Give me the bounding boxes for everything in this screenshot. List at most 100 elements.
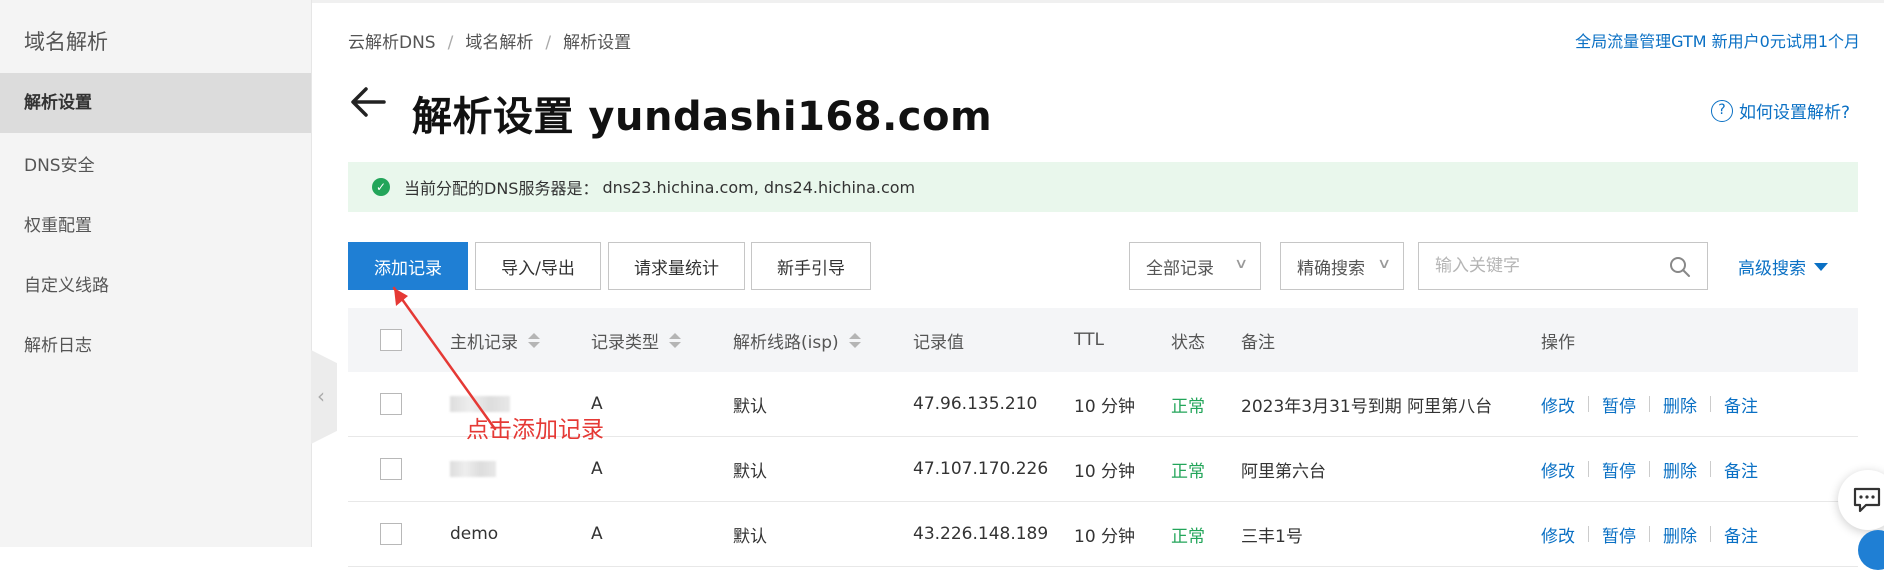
search-icon[interactable] [1669,256,1691,278]
check-circle-icon: ✓ [372,178,390,196]
header-ttl: TTL [1074,330,1104,350]
remark-cell: 阿里第六台 [1241,461,1326,482]
host-cell: demo [450,524,499,544]
redacted-host [450,461,496,477]
sidebar: 域名解析 解析设置 DNS安全 权重配置 自定义线路 解析日志 [0,0,312,547]
ttl-cell: 10 分钟 [1074,396,1136,417]
chat-icon [1853,487,1881,513]
assistant-bubble[interactable] [1858,530,1884,570]
status-cell: 正常 [1171,461,1205,482]
row-actions: 修改 暂停 删除 备注 [1541,502,1758,566]
header-value: 记录值 [913,332,964,353]
action-divider [1588,526,1589,542]
sort-icon [669,332,681,348]
note-link[interactable]: 备注 [1724,522,1758,547]
sidebar-item-dns-security[interactable]: DNS安全 [0,136,311,196]
request-stats-button[interactable]: 请求量统计 [608,242,745,290]
remark-cell: 三丰1号 [1241,526,1303,547]
back-arrow-icon[interactable] [348,82,388,122]
question-circle-icon: ? [1710,99,1733,122]
sidebar-item-weight-config[interactable]: 权重配置 [0,196,311,256]
action-divider [1710,396,1711,412]
action-divider [1649,526,1650,542]
record-filter-value: 全部记录 [1146,258,1214,279]
search-mode-value: 精确搜索 [1297,258,1365,279]
note-link[interactable]: 备注 [1724,457,1758,482]
table-header: 主机记录 记录类型 解析线路(isp) 记录值 TTL 状态 备注 操作 [348,308,1858,372]
dns-server-notice: ✓ 当前分配的DNS服务器是： dns23.hichina.com, dns24… [348,162,1858,212]
record-filter-select[interactable]: 全部记录 ∨ [1129,242,1261,290]
sort-icon [848,332,861,348]
type-cell: A [591,459,603,479]
notice-value: dns23.hichina.com, dns24.hichina.com [602,177,916,197]
action-divider [1710,526,1711,542]
ttl-cell: 10 分钟 [1074,461,1136,482]
annotation-label: 点击添加记录 [466,417,604,443]
header-actions: 操作 [1541,332,1575,353]
status-cell: 正常 [1171,396,1205,417]
header-line[interactable]: 解析线路(isp) [733,308,861,372]
ttl-cell: 10 分钟 [1074,526,1136,547]
row-actions: 修改 暂停 删除 备注 [1541,372,1758,436]
breadcrumb-item-cloud-dns[interactable]: 云解析DNS [348,33,436,53]
chevron-down-icon: ∨ [1376,256,1392,272]
import-export-button[interactable]: 导入/导出 [475,242,601,290]
edit-link[interactable]: 修改 [1541,457,1575,482]
breadcrumb-separator: / [545,33,552,53]
chevron-down-icon: ∨ [1233,256,1249,272]
breadcrumb: 云解析DNS / 域名解析 / 解析设置 [348,28,631,53]
sidebar-item-dns-log[interactable]: 解析日志 [0,316,311,376]
breadcrumb-item-domain-resolution[interactable]: 域名解析 [465,33,533,53]
delete-link[interactable]: 删除 [1663,392,1697,417]
value-cell: 47.96.135.210 [913,394,1038,414]
chevron-left-icon: ‹ [317,384,325,408]
row-actions: 修改 暂停 删除 备注 [1541,437,1758,501]
notice-label: 当前分配的DNS服务器是： [404,179,599,198]
action-divider [1588,396,1589,412]
pause-link[interactable]: 暂停 [1602,457,1636,482]
header-remark: 备注 [1241,332,1275,353]
line-cell: 默认 [733,396,767,417]
action-divider [1649,461,1650,477]
row-checkbox[interactable] [380,458,402,480]
search-mode-select[interactable]: 精确搜索 ∨ [1280,242,1404,290]
sidebar-item-dns-settings[interactable]: 解析设置 [0,73,311,133]
page-title: 解析设置 yundashi168.com [412,94,993,140]
host-cell-redacted [450,437,496,501]
table-row: demo A 默认 43.226.148.189 10 分钟 正常 三丰1号 修… [348,502,1858,567]
action-divider [1588,461,1589,477]
sidebar-title: 域名解析 [24,30,108,54]
help-link-label: 如何设置解析? [1738,103,1850,123]
sidebar-collapse-toggle[interactable]: ‹ [311,350,337,444]
caret-down-icon [1814,262,1828,271]
sort-icon [528,332,540,348]
edit-link[interactable]: 修改 [1541,522,1575,547]
advanced-search-toggle[interactable]: 高级搜索 [1738,254,1828,279]
gtm-promo-link[interactable]: 全局流量管理GTM 新用户0元试用1个月 [1575,28,1860,52]
breadcrumb-item-current: 解析设置 [563,33,632,53]
edit-link[interactable]: 修改 [1541,392,1575,417]
pause-link[interactable]: 暂停 [1602,392,1636,417]
value-cell: 47.107.170.226 [913,459,1049,479]
delete-link[interactable]: 删除 [1663,522,1697,547]
sidebar-item-custom-line[interactable]: 自定义线路 [0,256,311,316]
status-cell: 正常 [1171,526,1205,547]
line-cell: 默认 [733,461,767,482]
value-cell: 43.226.148.189 [913,524,1049,544]
guide-button[interactable]: 新手引导 [751,242,871,290]
delete-link[interactable]: 删除 [1663,457,1697,482]
help-link[interactable]: ? 如何设置解析? [1710,98,1850,123]
header-type[interactable]: 记录类型 [591,308,681,372]
remark-cell: 2023年3月31号到期 阿里第八台 [1241,396,1493,417]
pause-link[interactable]: 暂停 [1602,522,1636,547]
add-record-button[interactable]: 添加记录 [348,242,468,290]
row-checkbox[interactable] [380,523,402,545]
type-cell: A [591,524,603,544]
action-divider [1649,396,1650,412]
search-input[interactable] [1419,243,1649,289]
line-cell: 默认 [733,526,767,547]
header-status: 状态 [1171,332,1205,353]
note-link[interactable]: 备注 [1724,392,1758,417]
action-divider [1710,461,1711,477]
advanced-search-label: 高级搜索 [1738,259,1806,279]
